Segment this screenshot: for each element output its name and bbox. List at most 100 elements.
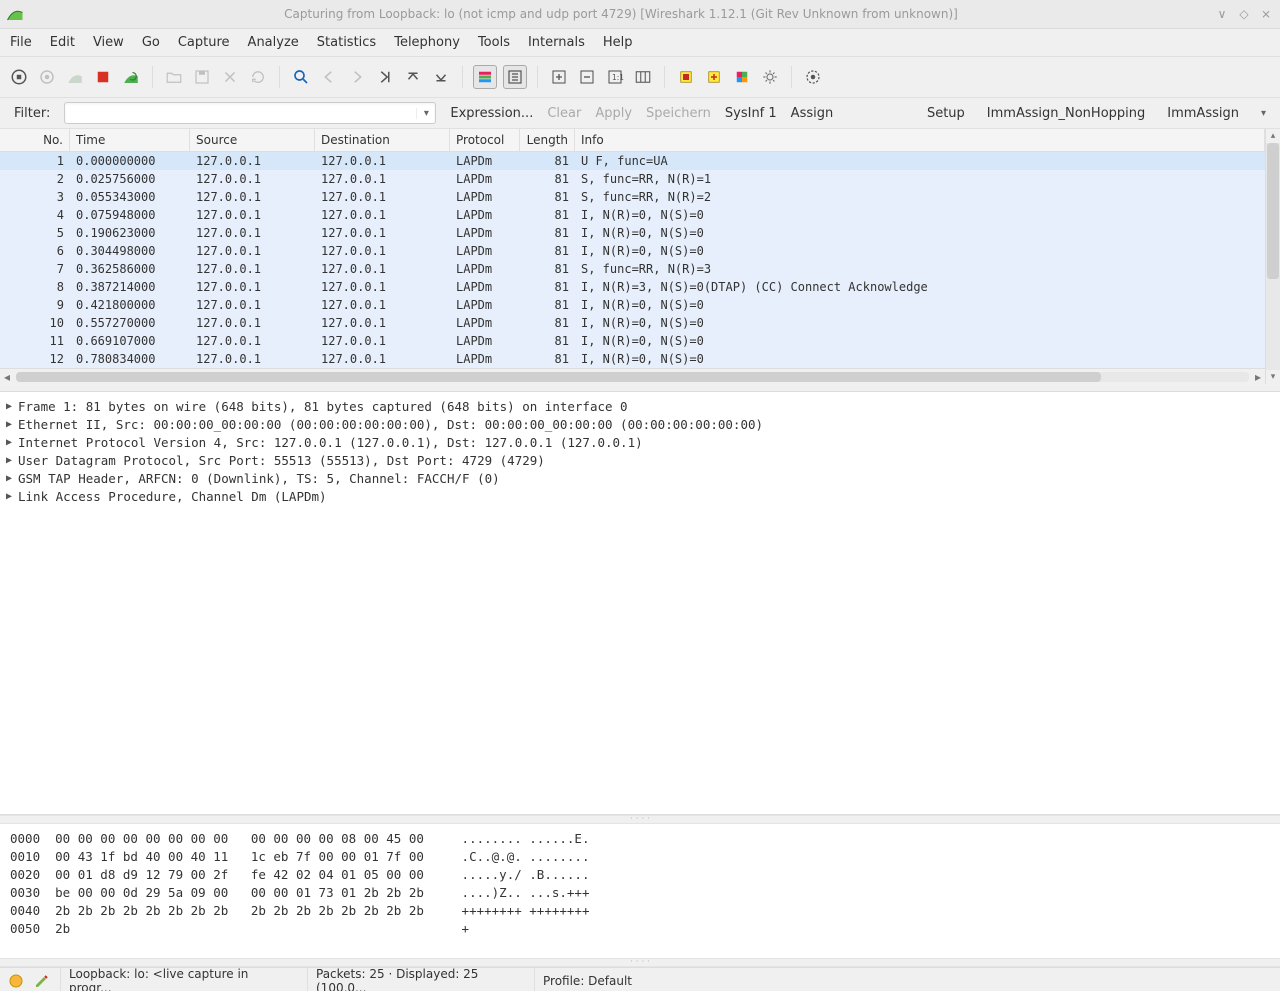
filter-immassign-nonhopping-button[interactable]: ImmAssign_NonHopping (987, 106, 1145, 121)
tree-item[interactable]: ▶Internet Protocol Version 4, Src: 127.0… (6, 434, 1274, 452)
display-filters-icon[interactable] (703, 66, 725, 88)
capture-options-icon[interactable] (36, 66, 58, 88)
table-row[interactable]: 90.421800000127.0.0.1127.0.0.1LAPDm81I, … (0, 296, 1265, 314)
go-first-icon[interactable] (402, 66, 424, 88)
scroll-right-icon[interactable]: ▸ (1251, 370, 1265, 384)
table-row[interactable]: 10.000000000127.0.0.1127.0.0.1LAPDm81U F… (0, 152, 1265, 170)
tree-item[interactable]: ▶Ethernet II, Src: 00:00:00_00:00:00 (00… (6, 416, 1274, 434)
filter-sysinf1-button[interactable]: SysInf 1 (725, 106, 777, 121)
start-capture-icon[interactable] (64, 66, 86, 88)
table-row[interactable]: 50.190623000127.0.0.1127.0.0.1LAPDm81I, … (0, 224, 1265, 242)
table-row[interactable]: 20.025756000127.0.0.1127.0.0.1LAPDm81S, … (0, 170, 1265, 188)
filter-setup-button[interactable]: Setup (927, 106, 965, 121)
scroll-up-icon[interactable]: ▴ (1266, 129, 1280, 143)
menu-view[interactable]: View (91, 33, 126, 52)
filter-immassign-button[interactable]: ImmAssign (1167, 106, 1239, 121)
stop-capture-icon[interactable] (92, 66, 114, 88)
packet-list-body[interactable]: 10.000000000127.0.0.1127.0.0.1LAPDm81U F… (0, 152, 1265, 368)
expert-info-icon[interactable] (8, 973, 24, 989)
maximize-icon[interactable]: ◇ (1236, 7, 1252, 21)
resize-columns-icon[interactable] (632, 66, 654, 88)
table-row[interactable]: 110.669107000127.0.0.1127.0.0.1LAPDm81I,… (0, 332, 1265, 350)
packet-details-pane[interactable]: ▶Frame 1: 81 bytes on wire (648 bits), 8… (0, 391, 1280, 815)
vscroll-track[interactable] (1266, 143, 1280, 370)
edit-capture-comment-icon[interactable] (34, 973, 50, 989)
packet-list-vscroll[interactable]: ▴ ▾ (1265, 129, 1280, 384)
col-header-protocol[interactable]: Protocol (450, 129, 520, 151)
go-to-packet-icon[interactable] (374, 66, 396, 88)
col-header-destination[interactable]: Destination (315, 129, 450, 151)
vscroll-thumb[interactable] (1267, 143, 1279, 279)
table-row[interactable]: 30.055343000127.0.0.1127.0.0.1LAPDm81S, … (0, 188, 1265, 206)
tree-item[interactable]: ▶User Datagram Protocol, Src Port: 55513… (6, 452, 1274, 470)
menu-telephony[interactable]: Telephony (392, 33, 462, 52)
expand-icon[interactable]: ▶ (6, 452, 18, 470)
menu-tools[interactable]: Tools (476, 33, 512, 52)
colorize-icon[interactable] (473, 65, 497, 89)
table-row[interactable]: 70.362586000127.0.0.1127.0.0.1LAPDm81S, … (0, 260, 1265, 278)
filter-assign-button[interactable]: Assign (791, 106, 834, 121)
hscroll-thumb[interactable] (16, 372, 1101, 382)
filter-input[interactable] (65, 106, 416, 121)
expression-button[interactable]: Expression... (450, 106, 533, 121)
help-icon[interactable] (802, 66, 824, 88)
menu-capture[interactable]: Capture (176, 33, 232, 52)
pane-splitter[interactable]: · · · · (0, 958, 1280, 967)
minimize-icon[interactable]: ∨ (1214, 7, 1230, 21)
restart-capture-icon[interactable] (120, 66, 142, 88)
col-header-source[interactable]: Source (190, 129, 315, 151)
tree-item[interactable]: ▶Link Access Procedure, Channel Dm (LAPD… (6, 488, 1274, 506)
col-header-no[interactable]: No. (0, 129, 70, 151)
capture-filters-icon[interactable] (675, 66, 697, 88)
tree-item[interactable]: ▶Frame 1: 81 bytes on wire (648 bits), 8… (6, 398, 1274, 416)
preferences-icon[interactable] (759, 66, 781, 88)
menu-help[interactable]: Help (601, 33, 635, 52)
packet-bytes-pane[interactable]: 0000 00 00 00 00 00 00 00 00 00 00 00 00… (0, 824, 1280, 958)
go-back-icon[interactable] (318, 66, 340, 88)
interfaces-icon[interactable] (8, 66, 30, 88)
expand-icon[interactable]: ▶ (6, 488, 18, 506)
find-packet-icon[interactable] (290, 66, 312, 88)
expand-icon[interactable]: ▶ (6, 416, 18, 434)
expand-icon[interactable]: ▶ (6, 398, 18, 416)
menu-statistics[interactable]: Statistics (315, 33, 378, 52)
col-header-info[interactable]: Info (575, 129, 1265, 151)
table-row[interactable]: 80.387214000127.0.0.1127.0.0.1LAPDm81I, … (0, 278, 1265, 296)
save-filter-button[interactable]: Speichern (646, 106, 711, 121)
menu-go[interactable]: Go (140, 33, 162, 52)
col-header-time[interactable]: Time (70, 129, 190, 151)
go-forward-icon[interactable] (346, 66, 368, 88)
tree-item[interactable]: ▶GSM TAP Header, ARFCN: 0 (Downlink), TS… (6, 470, 1274, 488)
table-row[interactable]: 100.557270000127.0.0.1127.0.0.1LAPDm81I,… (0, 314, 1265, 332)
menu-file[interactable]: File (8, 33, 34, 52)
zoom-reset-icon[interactable]: 1:1 (604, 66, 626, 88)
scroll-left-icon[interactable]: ◂ (0, 370, 14, 384)
close-icon[interactable]: ⨯ (1258, 7, 1274, 21)
menu-edit[interactable]: Edit (48, 33, 77, 52)
filter-more-dropdown-icon[interactable]: ▾ (1261, 108, 1266, 119)
scroll-down-icon[interactable]: ▾ (1266, 370, 1280, 384)
zoom-in-icon[interactable] (548, 66, 570, 88)
open-file-icon[interactable] (163, 66, 185, 88)
packet-list-hscroll[interactable]: ◂ ▸ (0, 368, 1265, 384)
col-header-length[interactable]: Length (520, 129, 575, 151)
auto-scroll-icon[interactable] (503, 65, 527, 89)
save-file-icon[interactable] (191, 66, 213, 88)
expand-icon[interactable]: ▶ (6, 434, 18, 452)
apply-button[interactable]: Apply (595, 106, 632, 121)
hscroll-track[interactable] (16, 372, 1249, 382)
reload-icon[interactable] (247, 66, 269, 88)
pane-splitter[interactable]: · · · · (0, 815, 1280, 824)
table-row[interactable]: 40.075948000127.0.0.1127.0.0.1LAPDm81I, … (0, 206, 1265, 224)
table-row[interactable]: 60.304498000127.0.0.1127.0.0.1LAPDm81I, … (0, 242, 1265, 260)
close-file-icon[interactable] (219, 66, 241, 88)
expand-icon[interactable]: ▶ (6, 470, 18, 488)
coloring-rules-icon[interactable] (731, 66, 753, 88)
go-last-icon[interactable] (430, 66, 452, 88)
clear-button[interactable]: Clear (547, 106, 581, 121)
status-profile[interactable]: Profile: Default (534, 968, 1272, 991)
menu-analyze[interactable]: Analyze (246, 33, 301, 52)
zoom-out-icon[interactable] (576, 66, 598, 88)
table-row[interactable]: 120.780834000127.0.0.1127.0.0.1LAPDm81I,… (0, 350, 1265, 368)
menu-internals[interactable]: Internals (526, 33, 587, 52)
